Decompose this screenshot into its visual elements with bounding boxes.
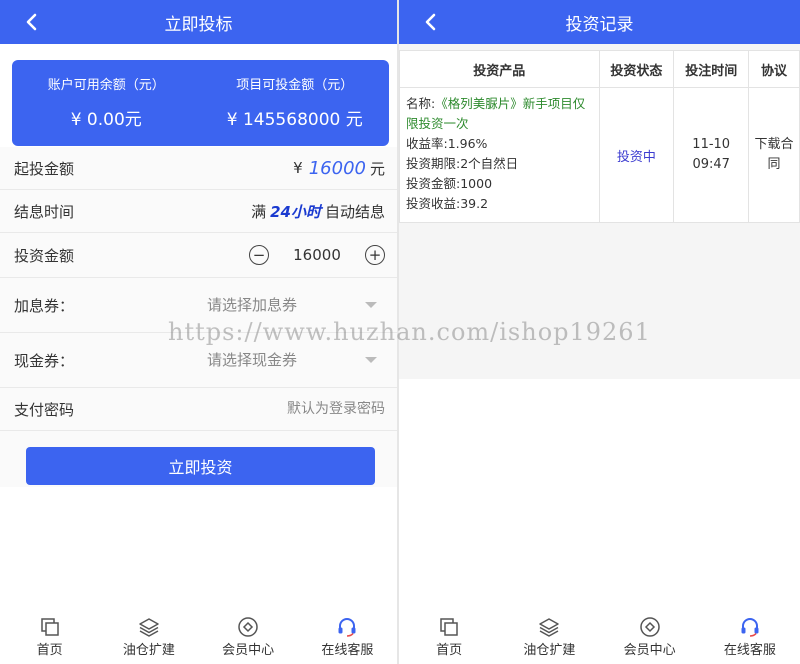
bottom-nav: 首页 油仓扩建 会员中心 在线客服 — [0, 612, 397, 664]
min-amount-value: 16000 — [308, 157, 366, 179]
records-table: 投资产品 投资状态 投注时间 协议 名称:《格列美脲片》新手项目仅限投资一次 收… — [399, 50, 800, 223]
records-header: 投资记录 — [399, 0, 800, 44]
quantity-stepper: − 16000 + — [249, 245, 385, 265]
nav-service[interactable]: 在线客服 — [298, 612, 397, 664]
layers-icon — [139, 618, 159, 637]
invest-header: 立即投标 — [0, 0, 397, 44]
record-time: 09:47 — [692, 157, 730, 172]
bonus-coupon-placeholder: 请选择加息券 — [207, 296, 298, 314]
plus-button[interactable]: + — [365, 245, 385, 265]
bonus-coupon-row: 加息券： 请选择加息券 — [0, 278, 397, 333]
interest-time-label: 结息时间 — [14, 202, 75, 221]
interest-time-row: 结息时间 满 24小时 自动结息 — [0, 190, 397, 233]
home-icon — [440, 618, 458, 636]
nav-expansion-label: 油仓扩建 — [523, 643, 576, 658]
time-cell: 11-10 09:47 — [673, 87, 750, 223]
available-balance-label: 账户可用余额（元） — [47, 78, 165, 93]
min-amount-value-group: ¥ 16000 元 — [293, 158, 385, 179]
table-header-row: 投资产品 投资状态 投注时间 协议 — [399, 50, 800, 88]
nav-member[interactable]: 会员中心 — [199, 612, 298, 664]
bonus-coupon-select[interactable]: 请选择加息券 — [207, 294, 385, 315]
col-status: 投资状态 — [598, 50, 675, 88]
back-icon[interactable] — [421, 12, 441, 32]
nav-home-label: 首页 — [436, 643, 463, 658]
invest-amount-row: 投资金额 − 16000 + — [0, 233, 397, 278]
minus-button[interactable]: − — [249, 245, 269, 265]
headset-icon — [338, 618, 356, 637]
nav-service-label: 在线客服 — [321, 643, 374, 658]
product-period: 投资期限:2个自然日 — [406, 156, 519, 171]
pay-password-row: 支付密码 — [0, 388, 397, 431]
product-amount: 投资金额:1000 — [406, 176, 493, 191]
interest-hours: 24小时 — [270, 202, 321, 221]
pay-password-input[interactable] — [205, 401, 385, 417]
cash-coupon-row: 现金券： 请选择现金券 — [0, 333, 397, 388]
yen-sign: ¥ — [293, 159, 303, 177]
nav-home-label: 首页 — [36, 643, 63, 658]
project-amount-value: ¥ 145568000 元 — [226, 110, 363, 130]
records-page: 投资记录 投资产品 投资状态 投注时间 协议 名称:《格列美脲片》新手项目仅限投… — [399, 0, 800, 664]
record-date: 11-10 — [692, 137, 731, 152]
nav-member[interactable]: 会员中心 — [600, 612, 700, 664]
layers-icon — [539, 618, 560, 637]
page-title: 立即投标 — [164, 14, 233, 35]
status-cell: 投资中 — [598, 87, 675, 223]
records-table-area: 投资产品 投资状态 投注时间 协议 名称:《格列美脲片》新手项目仅限投资一次 收… — [399, 44, 800, 379]
invest-amount-value[interactable]: 16000 — [269, 246, 365, 264]
product-rate: 收益率:1.96% — [406, 136, 488, 151]
min-amount-label: 起投金额 — [14, 159, 75, 178]
cash-coupon-select[interactable]: 请选择现金券 — [207, 349, 385, 370]
interest-prefix: 满 — [251, 202, 267, 221]
download-contract-link[interactable]: 下载合同 — [748, 87, 800, 223]
member-icon — [639, 617, 660, 637]
invest-now-button[interactable]: 立即投资 — [26, 447, 375, 485]
nav-expansion-label: 油仓扩建 — [122, 643, 175, 658]
cash-coupon-placeholder: 请选择现金券 — [207, 351, 298, 369]
min-amount-unit: 元 — [369, 159, 385, 178]
headset-icon — [741, 618, 759, 637]
min-amount-row: 起投金额 ¥ 16000 元 — [0, 147, 397, 190]
product-cell: 名称:《格列美脲片》新手项目仅限投资一次 收益率:1.96% 投资期限:2个自然… — [399, 87, 600, 223]
screenshot: 立即投标 账户可用余额（元） ¥ 0.00元 项目可投金额（元） ¥ 14556… — [0, 0, 800, 664]
nav-service[interactable]: 在线客服 — [700, 612, 800, 664]
member-icon — [238, 617, 258, 637]
product-name: 名称:《格列美脲片》新手项目仅限投资一次 — [406, 94, 593, 134]
table-row: 名称:《格列美脲片》新手项目仅限投资一次 收益率:1.96% 投资期限:2个自然… — [399, 87, 800, 223]
project-amount-label: 项目可投金额（元） — [236, 78, 354, 93]
nav-member-label: 会员中心 — [222, 643, 275, 658]
product-name-prefix: 名称: — [406, 96, 436, 111]
nav-service-label: 在线客服 — [723, 643, 776, 658]
pay-password-label: 支付密码 — [14, 400, 75, 419]
product-income: 投资收益:39.2 — [406, 196, 489, 211]
col-product: 投资产品 — [399, 50, 600, 88]
col-protocol: 协议 — [748, 50, 800, 88]
nav-expansion[interactable]: 油仓扩建 — [99, 612, 198, 664]
bottom-nav: 首页 油仓扩建 会员中心 在线客服 — [399, 612, 800, 664]
page-title: 投资记录 — [565, 14, 634, 35]
invest-amount-label: 投资金额 — [14, 246, 75, 265]
nav-expansion[interactable]: 油仓扩建 — [499, 612, 599, 664]
project-amount: 项目可投金额（元） ¥ 145568000 元 — [201, 74, 390, 130]
interest-time-value: 满 24小时 自动结息 — [251, 201, 385, 222]
balance-card: 账户可用余额（元） ¥ 0.00元 项目可投金额（元） ¥ 145568000 … — [12, 60, 389, 146]
available-balance: 账户可用余额（元） ¥ 0.00元 — [12, 74, 201, 130]
dropdown-arrow-icon — [365, 301, 377, 308]
dropdown-arrow-icon — [365, 356, 377, 363]
available-balance-value: ¥ 0.00元 — [70, 110, 142, 130]
nav-home[interactable]: 首页 — [399, 612, 499, 664]
interest-suffix: 自动结息 — [324, 202, 385, 221]
back-icon[interactable] — [22, 12, 42, 32]
home-icon — [40, 618, 59, 636]
nav-home[interactable]: 首页 — [0, 612, 99, 664]
nav-member-label: 会员中心 — [623, 643, 676, 658]
invest-page: 立即投标 账户可用余额（元） ¥ 0.00元 项目可投金额（元） ¥ 14556… — [0, 0, 397, 664]
col-time: 投注时间 — [673, 50, 750, 88]
